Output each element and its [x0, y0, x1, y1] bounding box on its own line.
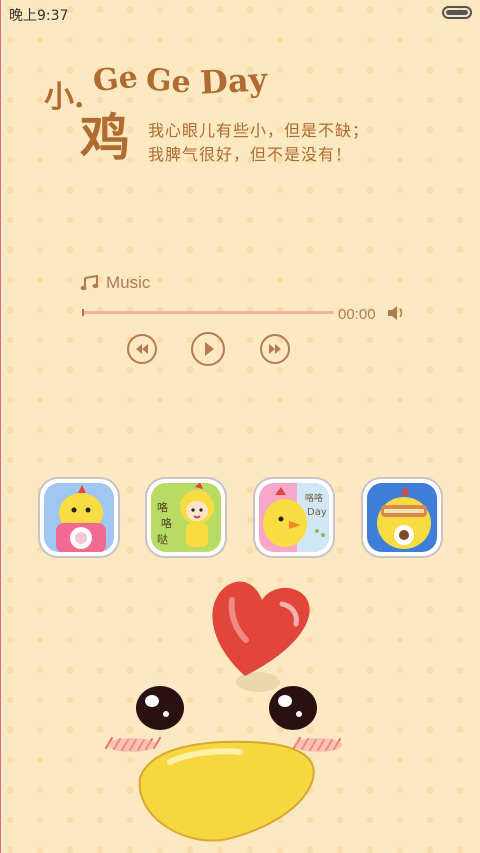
right-eye-icon	[269, 686, 317, 730]
beak-icon	[138, 740, 315, 842]
heart-comb-icon	[212, 581, 310, 676]
lock-screen: 晚上9:37 小. Ge Ge Day 鸡 我心眼儿有些小，但是不缺； 我脾气很…	[0, 0, 480, 853]
left-eye-icon	[136, 686, 184, 730]
chick-face-illustration	[105, 581, 342, 842]
